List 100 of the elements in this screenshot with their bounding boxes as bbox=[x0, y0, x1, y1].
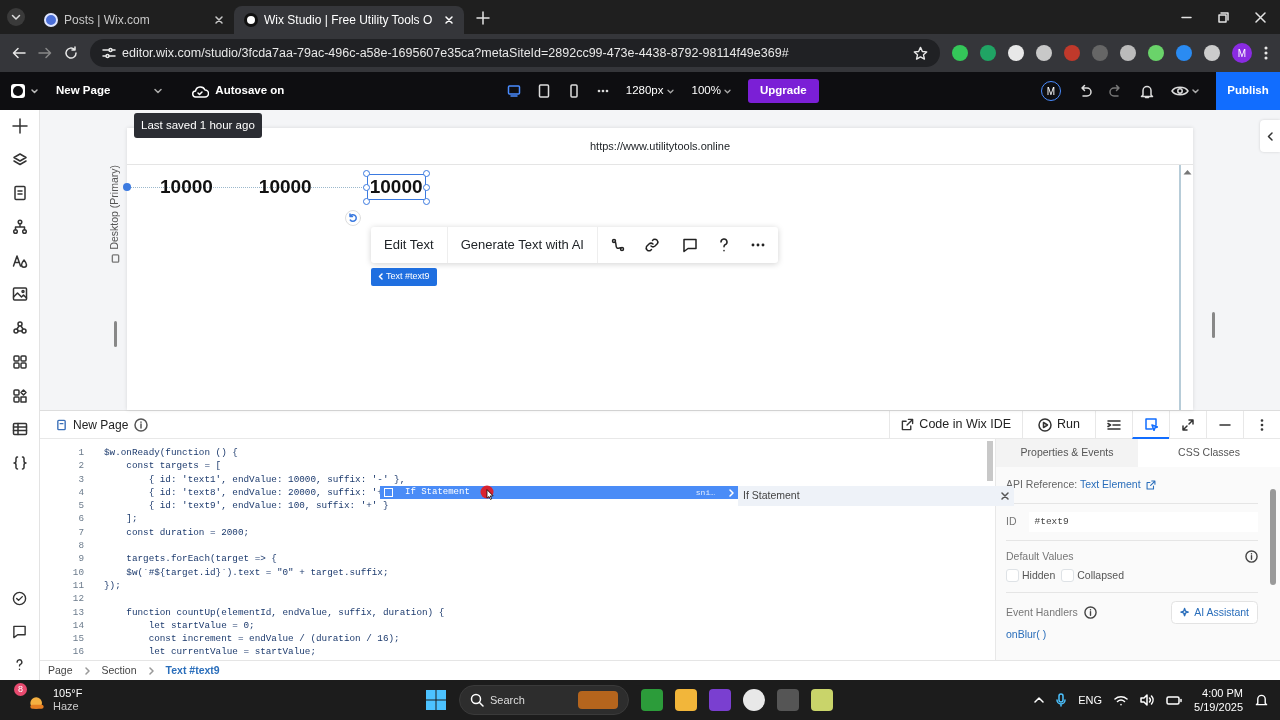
app-icon[interactable] bbox=[811, 689, 833, 711]
breadcrumb-item[interactable]: Page bbox=[48, 662, 73, 679]
tab-list-icon[interactable] bbox=[6, 7, 26, 27]
checkbox[interactable] bbox=[1006, 569, 1019, 583]
code-in-ide-button[interactable]: Code in Wix IDE bbox=[889, 410, 1023, 439]
resize-handle[interactable] bbox=[113, 320, 117, 347]
page-selector[interactable]: New Page bbox=[55, 81, 164, 101]
wifi-icon[interactable] bbox=[1114, 694, 1129, 706]
chat-icon[interactable] bbox=[12, 624, 27, 639]
chevron-up-icon[interactable] bbox=[1034, 697, 1045, 703]
forward-icon[interactable] bbox=[38, 46, 52, 60]
code-braces-icon[interactable] bbox=[11, 454, 28, 471]
desktop-view-icon[interactable] bbox=[506, 84, 521, 98]
event-handler-link[interactable]: onBlur( ) bbox=[1006, 627, 1258, 643]
extension-icon[interactable] bbox=[952, 45, 968, 61]
tablet-view-icon[interactable] bbox=[536, 84, 551, 98]
expand-icon[interactable] bbox=[1181, 417, 1195, 432]
components-icon[interactable] bbox=[11, 320, 28, 337]
connect-icon[interactable] bbox=[609, 237, 626, 253]
link-icon[interactable] bbox=[643, 237, 660, 253]
table-icon[interactable] bbox=[11, 421, 28, 438]
width-selector[interactable]: 1280px bbox=[624, 81, 675, 101]
external-link-icon[interactable] bbox=[1145, 480, 1156, 491]
chevron-icon[interactable] bbox=[729, 488, 734, 497]
element-tag[interactable]: Text #text9 bbox=[371, 268, 437, 286]
scrollbar[interactable] bbox=[1270, 489, 1276, 585]
code-line: { id: 'text9', endValue: 100, suffix: '+' } bbox=[147, 499, 389, 513]
counter-text[interactable]: 10000 bbox=[256, 175, 314, 199]
line-number: 13 bbox=[71, 605, 84, 619]
publish-button[interactable]: Publish bbox=[1216, 72, 1280, 110]
logo-icon[interactable] bbox=[10, 83, 40, 99]
reload-icon[interactable] bbox=[64, 46, 78, 60]
language-indicator[interactable]: ENG bbox=[1078, 691, 1103, 709]
new-tab-icon[interactable] bbox=[476, 11, 490, 25]
select-element-icon[interactable] bbox=[1144, 416, 1158, 431]
run-button[interactable]: Run bbox=[1022, 410, 1095, 439]
panel-tab[interactable]: Properties & Events bbox=[996, 439, 1138, 467]
puzzle-icon[interactable] bbox=[11, 387, 28, 404]
ai-assistant-button[interactable]: AI Assistant bbox=[1171, 600, 1258, 625]
comment-icon[interactable] bbox=[681, 237, 698, 253]
zoom-selector[interactable]: 100% bbox=[690, 81, 732, 101]
start-icon[interactable] bbox=[425, 689, 447, 711]
back-icon[interactable] bbox=[12, 46, 26, 60]
extension-icon[interactable] bbox=[1008, 45, 1024, 61]
info-icon[interactable] bbox=[134, 417, 149, 432]
undo-icon[interactable] bbox=[1078, 84, 1092, 98]
microphone-icon[interactable] bbox=[1056, 693, 1067, 707]
api-link[interactable]: Text Element bbox=[1079, 478, 1141, 490]
check-circle-icon[interactable] bbox=[12, 591, 27, 606]
clock-date[interactable]: 5/19/2025 bbox=[1194, 700, 1243, 714]
scroll-up-icon[interactable] bbox=[1183, 169, 1192, 175]
clock-time[interactable]: 4:00 PM bbox=[1202, 686, 1243, 700]
id-field[interactable]: #text9 bbox=[1028, 511, 1258, 532]
layers-icon[interactable] bbox=[11, 151, 28, 168]
counter-text[interactable]: 10000 bbox=[158, 175, 215, 199]
bell-icon[interactable] bbox=[1140, 83, 1154, 99]
info-icon[interactable] bbox=[1083, 605, 1097, 619]
rotate-icon[interactable] bbox=[344, 210, 361, 226]
resize-handle[interactable] bbox=[1212, 312, 1215, 338]
panel-tab[interactable]: CSS Classes bbox=[1138, 439, 1280, 467]
add-icon[interactable] bbox=[11, 118, 28, 134]
upgrade-button[interactable]: Upgrade bbox=[747, 79, 819, 103]
extension-icon[interactable] bbox=[1148, 45, 1164, 61]
info-icon[interactable] bbox=[1245, 550, 1258, 564]
bookmark-star-icon[interactable] bbox=[913, 45, 928, 61]
taskbar-search[interactable]: Search bbox=[459, 685, 629, 715]
volume-icon[interactable] bbox=[1140, 694, 1155, 706]
xbox-icon[interactable] bbox=[641, 689, 663, 711]
chevron-icon bbox=[1267, 131, 1273, 141]
notification-bell-icon[interactable] bbox=[1255, 693, 1268, 707]
folder-icon[interactable] bbox=[675, 689, 697, 711]
page-icon[interactable] bbox=[11, 185, 28, 202]
apps-grid-icon[interactable] bbox=[11, 353, 28, 370]
extension-icon[interactable] bbox=[1036, 45, 1052, 61]
breadcrumb-item[interactable]: Text #text9 bbox=[165, 662, 220, 679]
extension-icon[interactable] bbox=[1204, 45, 1220, 61]
browser-icon[interactable] bbox=[743, 689, 765, 711]
toolbar-action[interactable]: Edit Text bbox=[371, 227, 448, 263]
more-icon[interactable] bbox=[596, 89, 609, 93]
indent-icon[interactable] bbox=[1107, 417, 1121, 432]
site-info-icon[interactable] bbox=[102, 46, 116, 60]
sitemap-icon[interactable] bbox=[11, 219, 28, 236]
text-theme-icon[interactable] bbox=[11, 252, 28, 269]
battery-icon[interactable] bbox=[1166, 695, 1183, 705]
scrollbar[interactable] bbox=[987, 441, 993, 481]
image-icon[interactable] bbox=[11, 286, 28, 303]
extension-icon[interactable] bbox=[1120, 45, 1136, 61]
toolbar-action[interactable]: Generate Text with AI bbox=[447, 227, 598, 263]
breadcrumb-item[interactable]: Section bbox=[101, 662, 137, 679]
collapse-panel-button[interactable] bbox=[1260, 120, 1280, 152]
close-icon[interactable] bbox=[1001, 492, 1009, 500]
menu-icon[interactable] bbox=[1264, 46, 1268, 60]
counter-text[interactable]: 10000 bbox=[366, 174, 426, 200]
browser-tab[interactable]: Wix Studio | Free Utility Tools O bbox=[234, 6, 464, 34]
restore-icon[interactable] bbox=[1218, 11, 1229, 23]
profile-avatar[interactable]: M bbox=[1232, 43, 1252, 63]
preview-eye-icon[interactable] bbox=[1171, 85, 1199, 97]
redo-icon[interactable] bbox=[1109, 84, 1123, 98]
browser-tab[interactable]: Posts | Wix.com bbox=[34, 6, 234, 34]
checkbox[interactable] bbox=[1061, 569, 1075, 583]
